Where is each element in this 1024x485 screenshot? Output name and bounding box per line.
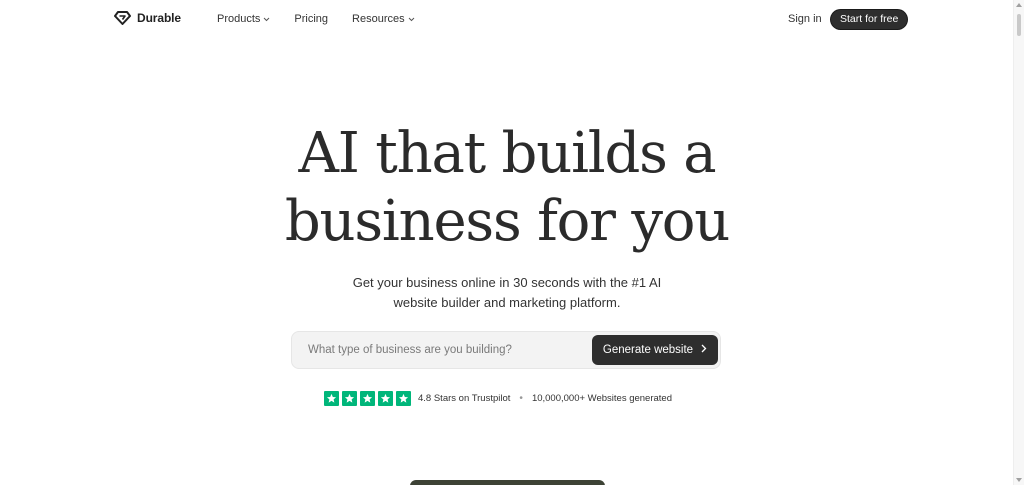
page-scrollbar[interactable] [1013,0,1024,485]
star-icon [378,390,393,406]
chevron-right-icon [701,344,707,356]
nav-links: Products Pricing Resources [217,13,439,25]
business-search-bar: Generate website [291,331,721,369]
generate-website-label: Generate website [602,344,694,356]
brand-name: Durable [137,11,181,25]
chevron-down-icon [263,13,270,25]
trustpilot-rating-text: 4.8 Stars on Trustpilot [418,392,511,404]
separator-dot: • [519,392,523,404]
page: Durable Products Pricing Resources Sign … [0,0,1024,485]
brand-logo-link[interactable]: Durable [114,11,181,25]
scroll-up-icon[interactable] [1016,3,1022,7]
social-proof-row: 4.8 Stars on Trustpilot • 10,000,000+ We… [324,390,672,406]
generate-website-button[interactable]: Generate website [592,335,718,365]
star-icon [324,390,339,406]
product-preview-image [410,480,605,485]
top-navbar: Durable Products Pricing Resources Sign … [0,0,1014,40]
hero-subtitle-line-2: website builder and marketing platform. [393,295,621,310]
nav-item-label: Resources [352,13,405,25]
nav-item-pricing[interactable]: Pricing [294,13,328,25]
hero-title-line-2: business for you [284,189,730,254]
scrollbar-thumb[interactable] [1017,14,1021,36]
nav-item-products[interactable]: Products [217,13,270,25]
start-for-free-button[interactable]: Start for free [831,10,908,29]
star-icon [360,390,375,406]
hero-subtitle: Get your business online in 30 seconds w… [0,273,1014,313]
hero-subtitle-line-1: Get your business online in 30 seconds w… [352,275,662,290]
trustpilot-stars [324,390,411,406]
nav-item-label: Products [217,13,261,25]
hero-title-line-1: AI that builds a [298,121,717,186]
business-type-input[interactable] [302,332,594,368]
sign-in-link[interactable]: Sign in [788,13,822,25]
diamond-logo-icon [114,11,131,25]
chevron-down-icon [408,13,415,25]
hero-title: AI that builds a business for you [0,120,1014,256]
star-icon [342,390,357,406]
nav-item-resources[interactable]: Resources [352,13,415,25]
nav-item-label: Pricing [294,13,329,25]
star-icon [396,390,411,406]
scroll-down-icon[interactable] [1016,478,1022,482]
websites-generated-text: 10,000,000+ Websites generated [531,392,672,404]
